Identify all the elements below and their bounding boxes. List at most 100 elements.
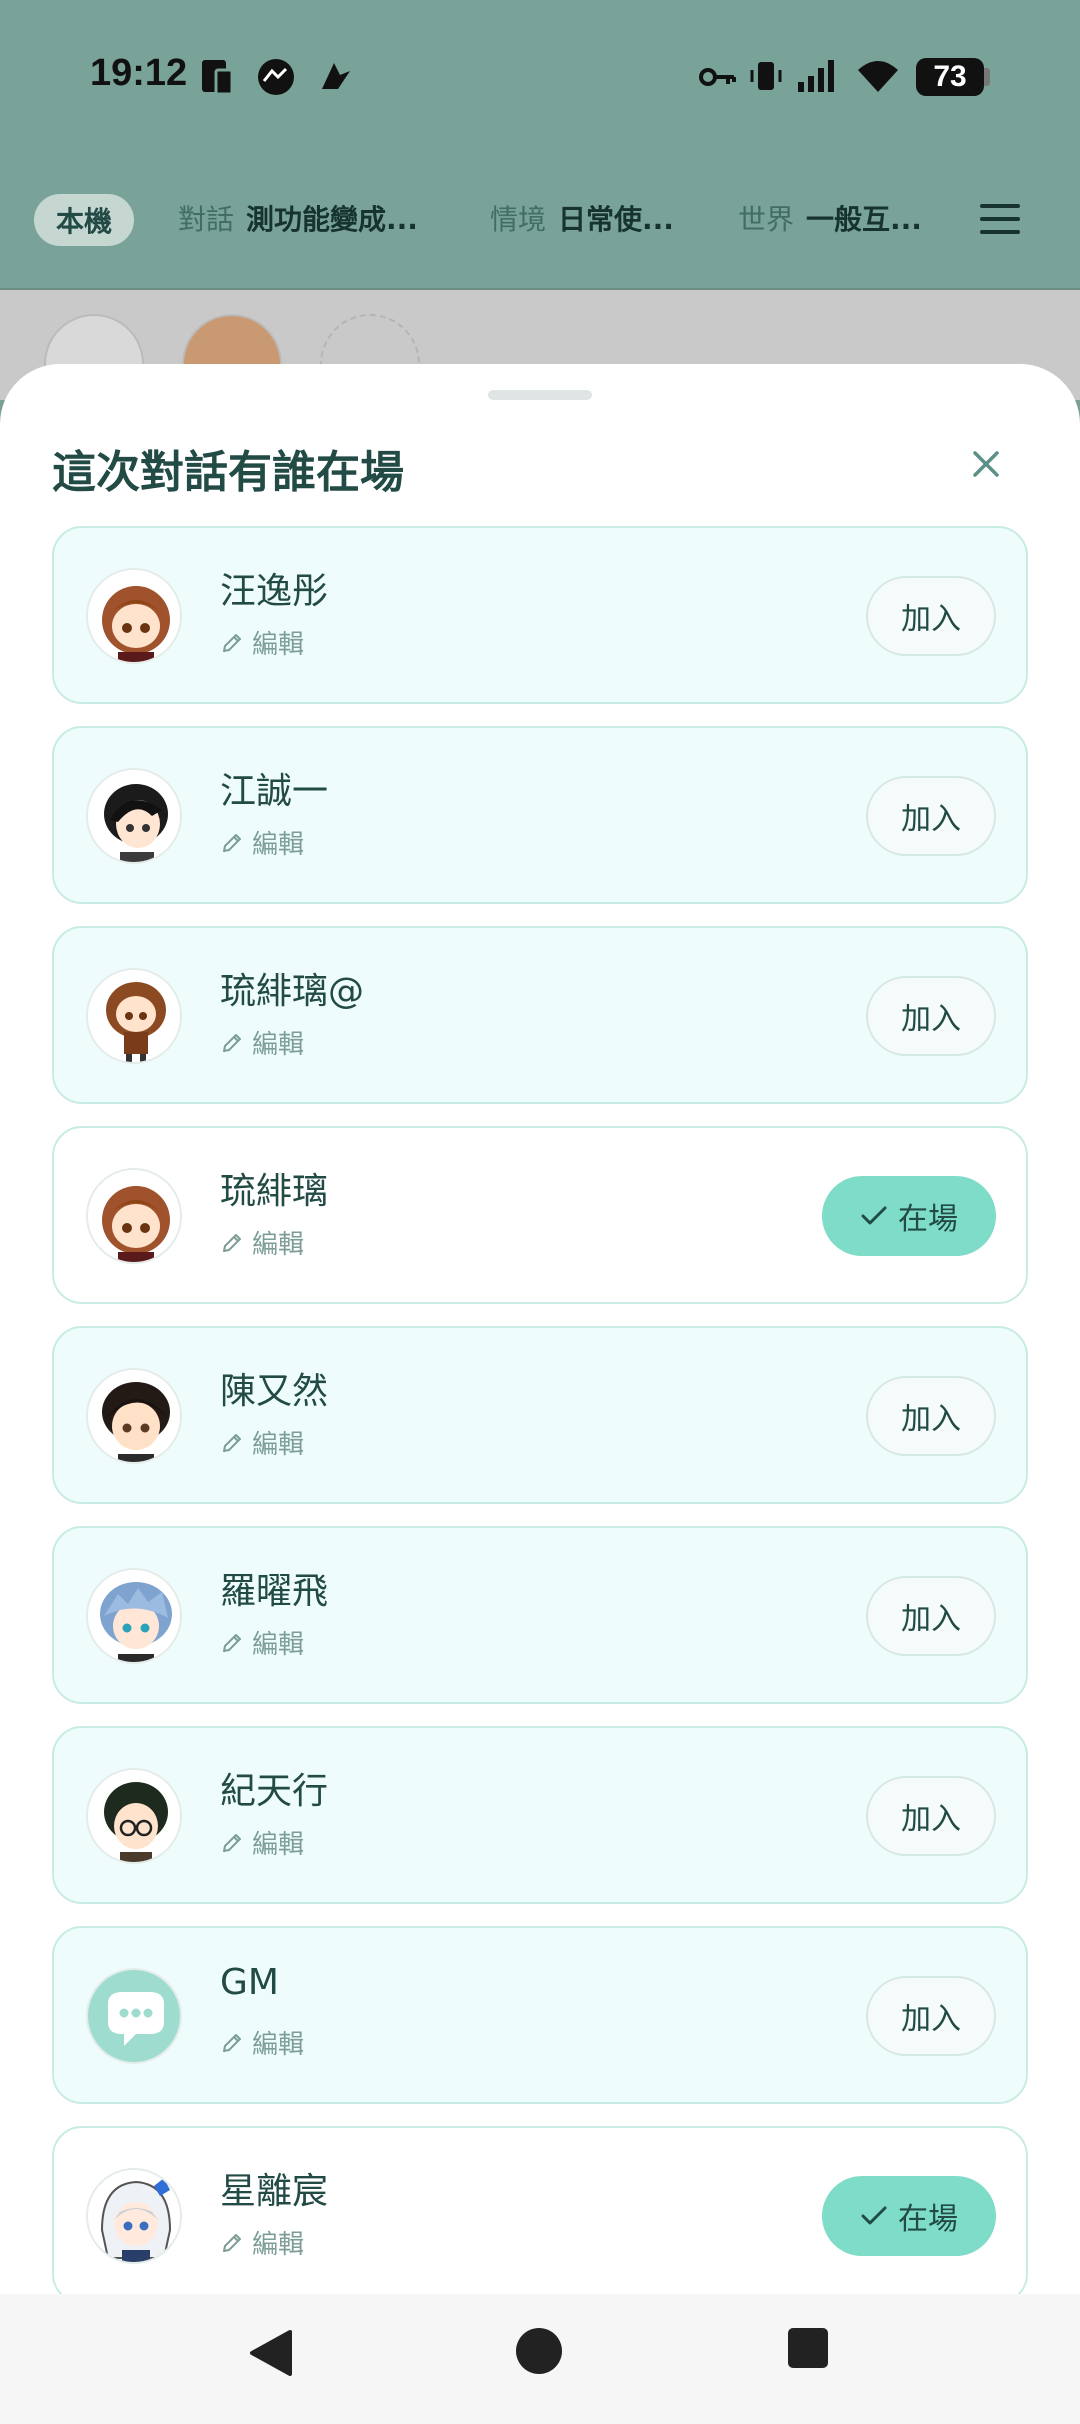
context-conversation[interactable]: 對話 測功能變成... <box>178 198 418 238</box>
present-toggle-button[interactable]: 在場 <box>822 2176 996 2256</box>
character-name: 江誠一 <box>220 771 329 812</box>
status-bar: 19:12 73 <box>0 0 1080 150</box>
app-icon <box>258 59 294 95</box>
character-name: 紀天行 <box>220 1771 329 1812</box>
avatar <box>86 1368 182 1464</box>
back-icon[interactable] <box>246 2328 294 2378</box>
pencil-icon <box>223 2033 241 2052</box>
hamburger-menu-icon[interactable] <box>980 204 1020 234</box>
edit-label: 編輯 <box>252 2030 305 2060</box>
character-card[interactable]: 羅曜飛編輯 加入 <box>52 1526 1028 1704</box>
character-list: 汪逸彤 編輯 加入 江誠一 編輯 加入 琉緋璃@ 編輯 加入 琉緋璃 編輯 在場 陳又然 編輯 加入 羅曜飛編… <box>52 526 1028 2294</box>
edit-link[interactable]: 編輯 <box>220 1424 304 1461</box>
edit-link[interactable]: 編輯 <box>220 624 304 661</box>
edit-link[interactable]: 編輯 <box>220 2224 304 2261</box>
character-card[interactable]: 陳又然編輯 加入 <box>52 1326 1028 1504</box>
device-chip[interactable]: 本機 <box>34 194 134 246</box>
sheet-drag-handle[interactable] <box>488 390 592 400</box>
edit-label: 編輯 <box>252 1030 305 1060</box>
avatar <box>86 1568 182 1664</box>
edit-link[interactable]: 編輯 <box>220 1224 304 1261</box>
join-button[interactable]: 加入 <box>866 1576 996 1656</box>
avatar <box>86 1968 182 2064</box>
app-icon-2 <box>322 63 350 89</box>
context-world-key: 世界 <box>738 203 795 236</box>
avatar <box>86 1168 182 1264</box>
character-card[interactable]: 江誠一編輯 加入 <box>52 726 1028 904</box>
participants-sheet: 這次對話有誰在場 汪逸彤 編輯 加入 江誠一 編輯 加入 琉緋璃@ 編輯 加入 琉緋璃 編輯 在場 陳又… <box>0 364 1080 2294</box>
edit-label: 編輯 <box>252 1830 305 1860</box>
edit-label: 編輯 <box>252 1230 305 1260</box>
character-name: 星離宸 <box>220 2171 329 2212</box>
join-button[interactable]: 加入 <box>866 1376 996 1456</box>
top-context-bar: 本機 對話 測功能變成... 情境 日常使... 世界 一般互... <box>0 150 1080 290</box>
edit-label: 編輯 <box>252 1630 305 1660</box>
signal-icon <box>798 60 834 92</box>
join-button[interactable]: 加入 <box>866 1776 996 1856</box>
avatar <box>86 768 182 864</box>
character-card[interactable]: 紀天行編輯 加入 <box>52 1726 1028 1904</box>
join-button[interactable]: 加入 <box>866 776 996 856</box>
edit-link[interactable]: 編輯 <box>220 824 304 861</box>
edit-label: 編輯 <box>252 2230 305 2260</box>
recents-icon[interactable] <box>788 2328 828 2368</box>
character-card[interactable]: 汪逸彤編輯 加入 <box>52 526 1028 704</box>
wifi-icon <box>858 61 898 92</box>
home-icon[interactable] <box>516 2328 562 2374</box>
avatar <box>86 568 182 664</box>
present-label: 在場 <box>898 2202 958 2237</box>
avatar <box>86 968 182 1064</box>
context-conversation-value: 測功能變成... <box>246 203 418 236</box>
pencil-icon <box>223 1833 241 1852</box>
edit-link[interactable]: 編輯 <box>220 1024 304 1061</box>
pencil-icon <box>223 1233 241 1252</box>
present-label: 在場 <box>898 1202 958 1237</box>
status-time: 19:12 <box>90 52 188 94</box>
battery-indicator: 73 <box>916 58 984 96</box>
edit-label: 編輯 <box>252 830 305 860</box>
key-icon <box>699 68 736 86</box>
edit-label: 編輯 <box>252 630 305 660</box>
context-scenario[interactable]: 情境 日常使... <box>490 198 674 238</box>
pencil-icon <box>223 1633 241 1652</box>
edit-label: 編輯 <box>252 1430 305 1460</box>
character-name: 琉緋璃 <box>220 1171 329 1212</box>
edit-link[interactable]: 編輯 <box>220 1824 304 1861</box>
battery-tip <box>984 68 990 86</box>
join-button[interactable]: 加入 <box>866 976 996 1056</box>
character-name: 琉緋璃@ <box>220 971 365 1012</box>
close-icon <box>973 451 999 477</box>
character-card[interactable]: 琉緋璃編輯 在場 <box>52 1126 1028 1304</box>
character-card[interactable]: 星離宸編輯 在場 <box>52 2126 1028 2294</box>
character-name: 陳又然 <box>220 1371 329 1412</box>
pencil-icon <box>223 1433 241 1452</box>
sheet-title: 這次對話有誰在場 <box>52 447 404 498</box>
avatar <box>86 2168 182 2264</box>
edit-link[interactable]: 編輯 <box>220 2024 304 2061</box>
check-icon <box>861 2206 887 2225</box>
character-name: 汪逸彤 <box>220 571 329 612</box>
context-scenario-value: 日常使... <box>558 203 674 236</box>
pencil-icon <box>223 833 241 852</box>
present-toggle-button[interactable]: 在場 <box>822 1176 996 1256</box>
edit-link[interactable]: 編輯 <box>220 1624 304 1661</box>
avatar <box>86 1768 182 1864</box>
context-world-value: 一般互... <box>806 203 922 236</box>
context-conversation-key: 對話 <box>178 203 235 236</box>
join-button[interactable]: 加入 <box>866 1976 996 2056</box>
context-world[interactable]: 世界 一般互... <box>738 198 922 238</box>
pencil-icon <box>223 633 241 652</box>
system-nav-bar <box>0 2294 1080 2424</box>
vibrate-icon <box>750 62 782 90</box>
device-icon <box>202 60 234 96</box>
close-button[interactable] <box>966 444 1006 484</box>
check-icon <box>861 1206 887 1225</box>
pencil-icon <box>223 1033 241 1052</box>
context-scenario-key: 情境 <box>490 203 547 236</box>
character-name: GM <box>220 1962 279 2003</box>
character-card[interactable]: 琉緋璃@ 編輯 加入 <box>52 926 1028 1104</box>
character-card[interactable]: GM 編輯 加入 <box>52 1926 1028 2104</box>
pencil-icon <box>223 2233 241 2252</box>
join-button[interactable]: 加入 <box>866 576 996 656</box>
character-name: 羅曜飛 <box>220 1571 329 1612</box>
